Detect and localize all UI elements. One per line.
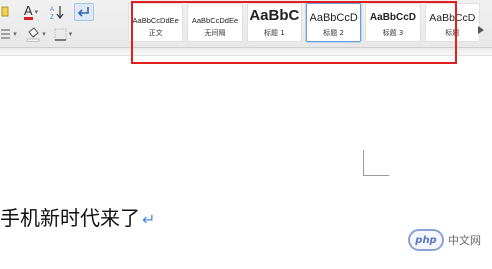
list-dropdown[interactable]: ▾ xyxy=(0,26,18,42)
borders-icon xyxy=(54,28,67,41)
page-margin-corner xyxy=(363,150,389,176)
watermark: php 中文网 xyxy=(408,226,492,254)
show-marks-button[interactable] xyxy=(74,3,94,21)
sort-button[interactable]: A Z xyxy=(48,3,68,21)
chevron-down-icon: ▾ xyxy=(34,8,39,16)
chevron-down-icon: ▾ xyxy=(13,30,17,38)
chevron-down-icon: ▾ xyxy=(68,30,73,38)
annotation-highlight-box xyxy=(131,1,457,64)
svg-text:Z: Z xyxy=(50,15,54,20)
pilcrow-return-icon xyxy=(77,7,89,17)
font-color-dropdown[interactable]: A ▾ xyxy=(18,3,44,21)
styles-more-button[interactable] xyxy=(477,20,485,34)
font-color-icon: A xyxy=(23,3,33,20)
sort-icon: A Z xyxy=(50,6,64,20)
highlighter-icon xyxy=(1,6,9,17)
paragraph-mark-icon: ↵ xyxy=(142,210,156,229)
highlight-color-dropdown[interactable] xyxy=(0,3,12,19)
paint-bucket-icon xyxy=(26,27,40,42)
borders-dropdown[interactable]: ▾ xyxy=(52,26,74,42)
chevron-right-icon xyxy=(478,26,484,34)
watermark-text: 中文网 xyxy=(448,234,481,247)
php-logo: php xyxy=(408,229,444,251)
chevron-down-icon: ▾ xyxy=(42,30,46,38)
paragraph-text[interactable]: 手机新时代来了 xyxy=(0,206,140,230)
document-paragraph[interactable]: 手机新时代来了 ↵ xyxy=(0,203,155,233)
svg-text:A: A xyxy=(50,7,54,13)
list-icon xyxy=(1,29,11,39)
shading-dropdown[interactable]: ▾ xyxy=(24,25,48,43)
